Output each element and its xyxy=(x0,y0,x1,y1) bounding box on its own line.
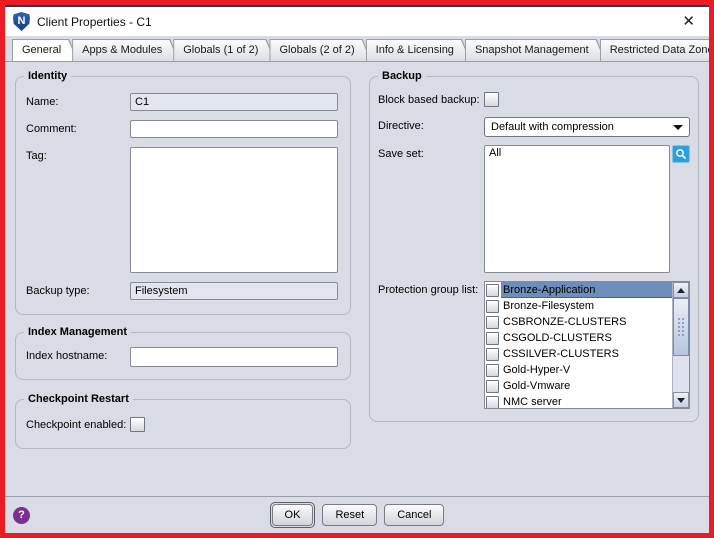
backup-group: Backup Block based backup: Directive: De… xyxy=(369,76,699,422)
backup-group-title: Backup xyxy=(378,70,426,83)
item-checkbox[interactable] xyxy=(486,300,499,313)
logo-letter: N xyxy=(18,16,26,27)
window-title: Client Properties - C1 xyxy=(37,15,678,29)
item-checkbox[interactable] xyxy=(486,332,499,345)
scrollbar-thumb[interactable] xyxy=(673,298,689,356)
arrow-down-icon xyxy=(677,398,685,403)
list-item-bronze-application[interactable]: Bronze-Application xyxy=(485,282,672,298)
client-properties-dialog: N Client Properties - C1 ✕ General Apps … xyxy=(0,0,714,538)
index-hostname-field[interactable] xyxy=(130,347,338,367)
networker-logo-icon: N xyxy=(13,12,30,31)
list-item-csgold-clusters[interactable]: CSGOLD-CLUSTERS xyxy=(485,330,672,346)
name-label: Name: xyxy=(26,93,130,108)
name-field[interactable] xyxy=(130,93,338,111)
block-based-backup-label: Block based backup: xyxy=(378,91,484,106)
tab-general[interactable]: General xyxy=(12,39,78,61)
checkpoint-restart-group-title: Checkpoint Restart xyxy=(24,393,133,406)
comment-label: Comment: xyxy=(26,120,130,135)
protection-list-scrollbar[interactable] xyxy=(672,282,689,408)
directive-dropdown[interactable]: Default with compression xyxy=(484,117,690,137)
scrollbar-track[interactable] xyxy=(673,298,689,392)
identity-group: Identity Name: Comment: Tag: Backup type… xyxy=(15,76,351,315)
item-checkbox[interactable] xyxy=(486,396,499,409)
list-item-gold-hyper-v[interactable]: Gold-Hyper-V xyxy=(485,362,672,378)
scroll-down-button[interactable] xyxy=(673,392,689,408)
item-checkbox[interactable] xyxy=(486,348,499,361)
button-row: OK Reset Cancel xyxy=(5,502,709,528)
arrow-up-icon xyxy=(677,288,685,293)
default-button-outline: OK xyxy=(270,502,316,528)
reset-button[interactable]: Reset xyxy=(322,504,377,526)
checkpoint-restart-group: Checkpoint Restart Checkpoint enabled: xyxy=(15,399,351,449)
item-checkbox[interactable] xyxy=(486,284,499,297)
index-hostname-label: Index hostname: xyxy=(26,347,130,362)
tab-globals-2[interactable]: Globals (2 of 2) xyxy=(269,39,371,61)
index-management-group-title: Index Management xyxy=(24,326,131,339)
close-icon[interactable]: ✕ xyxy=(678,12,699,31)
list-item-csbronze-clusters[interactable]: CSBRONZE-CLUSTERS xyxy=(485,314,672,330)
tab-apps-modules[interactable]: Apps & Modules xyxy=(72,39,179,61)
directive-value: Default with compression xyxy=(491,121,673,133)
backup-type-label: Backup type: xyxy=(26,282,130,297)
tab-restricted-data-zones[interactable]: Restricted Data Zones xyxy=(600,39,714,61)
list-item-gold-vmware[interactable]: Gold-Vmware xyxy=(485,378,672,394)
identity-group-title: Identity xyxy=(24,70,71,83)
checkpoint-enabled-checkbox[interactable] xyxy=(130,417,145,432)
chevron-down-icon xyxy=(673,125,683,130)
title-bar: N Client Properties - C1 ✕ xyxy=(5,7,709,36)
tab-snapshot-management[interactable]: Snapshot Management xyxy=(465,39,606,61)
save-set-browse-button[interactable] xyxy=(672,145,690,163)
checkpoint-enabled-label: Checkpoint enabled: xyxy=(26,416,130,431)
right-column: Backup Block based backup: Directive: De… xyxy=(369,76,699,496)
save-set-field[interactable]: All xyxy=(484,145,670,273)
tag-label: Tag: xyxy=(26,147,130,162)
tab-info-licensing[interactable]: Info & Licensing xyxy=(366,39,471,61)
item-checkbox[interactable] xyxy=(486,380,499,393)
tab-bar: General Apps & Modules Globals (1 of 2) … xyxy=(5,36,709,62)
block-based-backup-checkbox[interactable] xyxy=(484,92,499,107)
list-item-bronze-filesystem[interactable]: Bronze-Filesystem xyxy=(485,298,672,314)
directive-label: Directive: xyxy=(378,117,484,132)
general-tab-panel: Identity Name: Comment: Tag: Backup type… xyxy=(5,62,709,496)
list-item-nmc-server[interactable]: NMC server xyxy=(485,394,672,408)
footer-bar: ? OK Reset Cancel xyxy=(5,496,709,533)
list-item-cssilver-clusters[interactable]: CSSILVER-CLUSTERS xyxy=(485,346,672,362)
item-checkbox[interactable] xyxy=(486,364,499,377)
protection-group-rows: Bronze-Application Bronze-Filesystem CSB… xyxy=(485,282,672,408)
backup-type-field[interactable] xyxy=(130,282,338,300)
ok-button[interactable]: OK xyxy=(272,504,314,526)
comment-field[interactable] xyxy=(130,120,338,138)
cancel-button[interactable]: Cancel xyxy=(384,504,444,526)
tab-globals-1[interactable]: Globals (1 of 2) xyxy=(173,39,275,61)
item-checkbox[interactable] xyxy=(486,316,499,329)
index-management-group: Index Management Index hostname: xyxy=(15,332,351,380)
protection-group-list: Bronze-Application Bronze-Filesystem CSB… xyxy=(484,281,690,409)
protection-group-list-label: Protection group list: xyxy=(378,281,484,296)
tag-field[interactable] xyxy=(130,147,338,273)
search-icon xyxy=(675,148,687,160)
save-set-label: Save set: xyxy=(378,145,484,160)
left-column: Identity Name: Comment: Tag: Backup type… xyxy=(15,76,351,496)
scroll-up-button[interactable] xyxy=(673,282,689,298)
